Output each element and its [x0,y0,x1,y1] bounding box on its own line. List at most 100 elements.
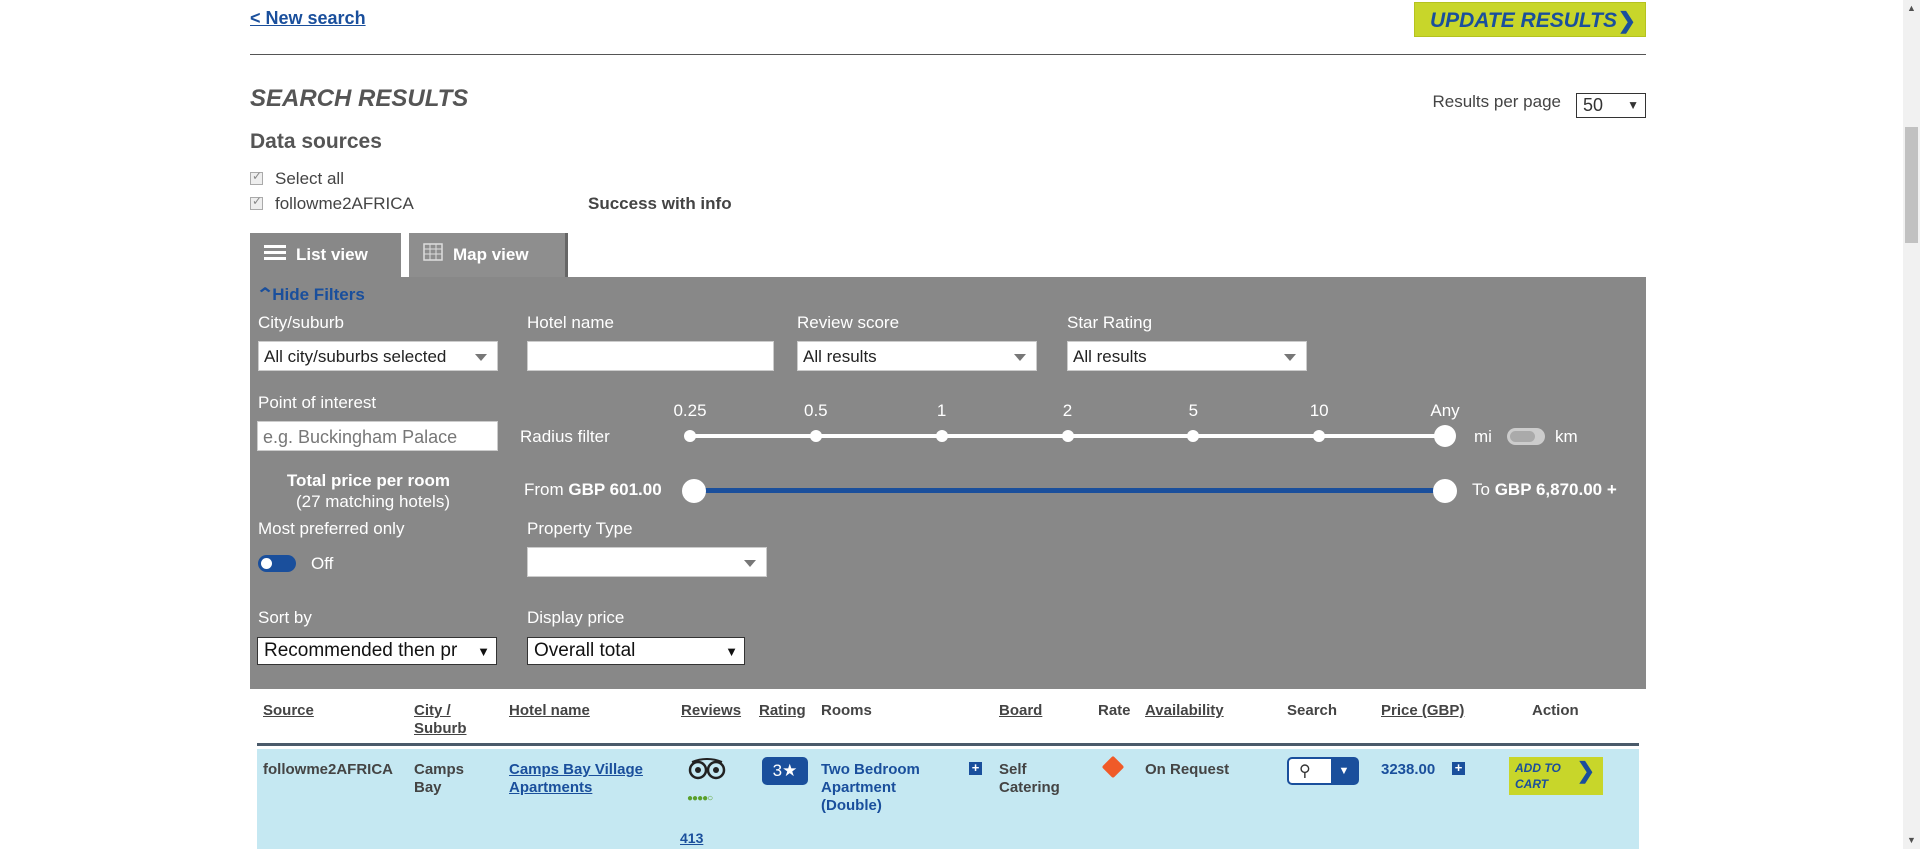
scroll-down-icon[interactable]: ▼ [1903,832,1920,849]
chevron-up-icon: ⌃ [255,285,275,304]
results-per-page-select[interactable]: 50 ▼ [1576,93,1646,118]
review-bubbles-icon: ●●●●○ [687,793,713,804]
col-board[interactable]: Board [999,702,1042,720]
price-slider-track[interactable] [694,488,1444,493]
radius-tick-label: 5 [1188,401,1199,420]
radius-stop[interactable] [684,430,696,442]
radius-tick-label: 10 [1309,401,1329,420]
city-select[interactable]: All city/suburbs selected [258,341,498,371]
col-rate: Rate [1098,702,1131,719]
price-to-label: To GBP 6,870.00 + [1472,480,1617,500]
radius-stop[interactable] [935,430,948,442]
price-max-handle[interactable] [1433,479,1457,503]
star-rating-select[interactable]: All results [1067,341,1307,371]
chevron-down-icon: ▼ [1331,759,1357,783]
row-availability: On Request [1145,761,1230,778]
radius-stop[interactable] [809,430,822,442]
tab-map-view[interactable]: Map view [409,233,565,277]
hotel-name-label: Hotel name [527,313,614,332]
radius-tick-label: 1 [936,401,947,420]
hide-filters-label: Hide Filters [272,285,365,304]
city-label: City/suburb [258,313,344,332]
expand-room-icon[interactable]: + [969,761,982,775]
scroll-up-icon[interactable]: ▲ [1903,0,1920,17]
radius-stop[interactable] [1313,430,1326,442]
unit-mi-label: mi [1474,427,1492,446]
sort-by-value: Recommended then pr [264,640,458,661]
dropdown-arrow-icon: ▼ [1627,98,1639,112]
col-availability[interactable]: Availability [1145,702,1224,720]
vertical-scrollbar[interactable]: ▲ ▼ [1903,0,1920,849]
display-price-select[interactable]: Overall total ▼ [527,637,745,665]
dropdown-arrow-icon: ▼ [477,644,490,659]
results-per-page-label: Results per page [1432,92,1561,111]
radius-handle[interactable] [1434,425,1456,447]
row-hotel-link[interactable]: Camps Bay Village Apartments [509,761,659,797]
col-price[interactable]: Price (GBP) [1381,702,1464,720]
price-min-handle[interactable] [682,479,706,503]
source-row[interactable]: followme2AFRICA [250,194,414,214]
row-search-button[interactable]: ⚲ ▼ [1287,757,1359,785]
star-rating-value: All results [1073,347,1147,366]
unit-toggle[interactable] [1507,428,1545,445]
preferred-state: Off [311,554,334,573]
col-hotel[interactable]: Hotel name [509,702,590,720]
col-reviews[interactable]: Reviews [681,702,741,720]
update-results-button[interactable]: UPDATE RESULTS ❯ [1413,2,1646,37]
tab-list-view[interactable]: List view [250,233,401,277]
select-all-checkbox[interactable] [250,169,263,185]
map-grid-icon [423,234,443,278]
price-from-label: From GBP 601.00 [524,480,662,500]
unit-km-label: km [1555,427,1578,446]
source-status: Success with info [588,194,732,213]
from-prefix: From [524,480,564,499]
radius-stop[interactable] [1187,430,1200,442]
select-all-label: Select all [275,169,344,188]
poi-input[interactable]: e.g. Buckingham Palace [257,421,498,451]
col-action: Action [1532,702,1579,719]
select-all-row[interactable]: Select all [250,169,344,189]
add-to-cart-button[interactable]: ADD TO CART ❯ [1509,757,1603,795]
col-rating[interactable]: Rating [759,702,806,720]
radius-filter-label: Radius filter [520,427,610,446]
magnifier-icon: ⚲ [1299,763,1311,780]
preferred-toggle[interactable] [258,555,296,572]
main-container: < New search UPDATE RESULTS ❯ SEARCH RES… [250,0,1646,849]
row-city: Camps Bay [414,761,465,796]
table-header: Source City / Suburb Hotel name Reviews … [257,689,1639,746]
col-city[interactable]: City / Suburb [414,702,474,738]
hotel-name-input[interactable] [527,341,774,371]
display-price-value: Overall total [534,640,636,661]
rate-tag-icon [1101,755,1125,779]
display-price-label: Display price [527,608,625,627]
row-room: Two Bedroom Apartment (Double) [821,761,920,814]
sort-by-label: Sort by [258,608,312,627]
expand-price-icon[interactable]: + [1452,761,1465,775]
dropdown-arrow-icon [744,560,756,567]
row-reviews-link[interactable]: 413 Reviews [680,829,740,849]
tab-list-label: List view [296,245,368,264]
sort-by-select[interactable]: Recommended then pr ▼ [257,637,497,665]
col-source[interactable]: Source [263,702,314,720]
chevron-right-icon: ❯ [1617,8,1636,33]
star-rating-label: Star Rating [1067,313,1153,332]
radius-tick-label: 0.5 [804,401,828,420]
add-to-cart-label: ADD TO CART [1515,761,1561,791]
filters-panel: ⌃Hide Filters City/suburb All city/subur… [250,277,1646,689]
scrollbar-thumb[interactable] [1905,127,1918,243]
to-value: GBP 6,870.00 + [1494,480,1617,499]
chevron-right-icon: ❯ [1576,758,1595,783]
from-value: GBP 601.00 [568,480,662,499]
source-checkbox[interactable] [250,194,263,210]
hide-filters-link[interactable]: ⌃Hide Filters [255,285,365,305]
review-score-select[interactable]: All results [797,341,1037,371]
property-type-select[interactable] [527,547,767,577]
row-price: 3238.00 [1381,761,1436,778]
radius-stop[interactable] [1061,430,1074,442]
matching-hotels-count: (27 matching hotels) [295,492,450,511]
new-search-link[interactable]: < New search [250,8,366,29]
update-results-label: UPDATE RESULTS [1429,9,1617,32]
dropdown-arrow-icon [1014,354,1026,361]
source-label: followme2AFRICA [275,194,414,213]
results-per-page-value: 50 [1583,95,1604,115]
